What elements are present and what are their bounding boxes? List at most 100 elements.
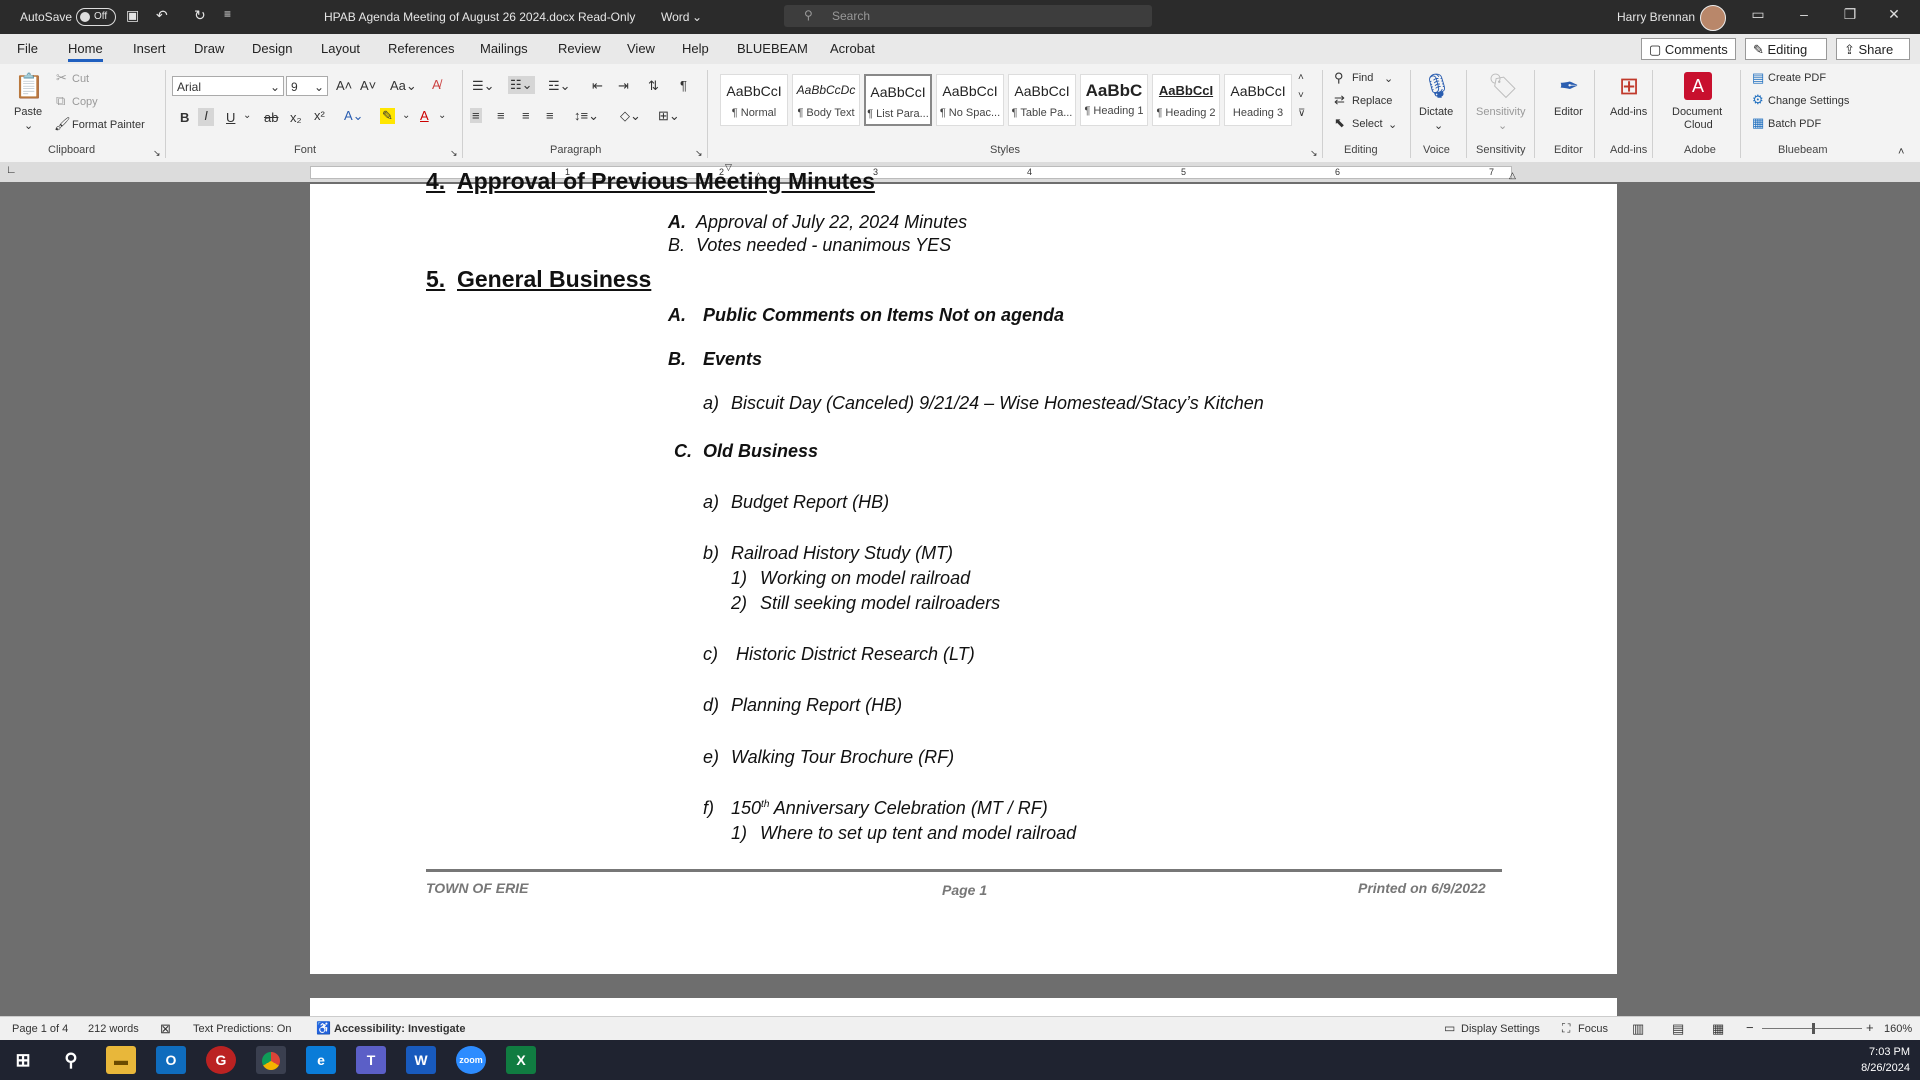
style-body-text[interactable]: AaBbCcDc ¶ Body Text: [792, 74, 860, 126]
minimize-icon[interactable]: –: [1794, 6, 1814, 26]
undo-icon[interactable]: ↶: [156, 7, 168, 24]
tab-mailings[interactable]: Mailings: [480, 41, 528, 56]
edge-icon[interactable]: e: [306, 1046, 336, 1074]
copy-button[interactable]: Copy: [72, 96, 98, 108]
style-normal[interactable]: AaBbCcI ¶ Normal: [720, 74, 788, 126]
document-cloud-button-line1[interactable]: Document: [1672, 106, 1722, 118]
tab-view[interactable]: View: [627, 41, 655, 56]
superscript-icon[interactable]: x²: [314, 108, 325, 123]
zoom-icon[interactable]: zoom: [456, 1046, 486, 1074]
paragraph-launcher-icon[interactable]: ↘: [695, 148, 703, 159]
web-layout-icon[interactable]: ▦: [1712, 1021, 1724, 1037]
editing-mode-button[interactable]: ✎ Editing ⌄: [1745, 38, 1827, 79]
font-size-dropdown[interactable]: 9 ⌄: [286, 76, 328, 96]
show-hide-icon[interactable]: ¶: [680, 78, 687, 93]
change-case-icon[interactable]: Aa⌄: [390, 78, 417, 94]
microphone-icon[interactable]: 🎙: [1422, 72, 1452, 104]
style-heading-1[interactable]: AaBbC ¶ Heading 1: [1080, 74, 1148, 126]
styles-scroll-up-icon[interactable]: ˄: [1298, 72, 1304, 83]
underline-icon[interactable]: U: [226, 110, 235, 125]
print-layout-icon[interactable]: ▤: [1672, 1021, 1684, 1037]
clock-time[interactable]: 7:03 PM: [1830, 1046, 1910, 1058]
cut-button[interactable]: Cut: [72, 73, 89, 85]
find-button[interactable]: Find: [1352, 72, 1373, 84]
avatar[interactable]: [1700, 5, 1726, 31]
shrink-font-icon[interactable]: A˅: [360, 78, 376, 93]
ribbon-display-icon[interactable]: ▭: [1748, 6, 1768, 26]
grow-font-icon[interactable]: A˄: [336, 78, 352, 93]
acrobat-icon[interactable]: A: [1684, 72, 1712, 100]
styles-more-icon[interactable]: ⊽: [1298, 108, 1305, 119]
tab-insert[interactable]: Insert: [133, 41, 166, 56]
numbering-icon[interactable]: ☷⌄: [508, 76, 535, 94]
clock-date[interactable]: 8/26/2024: [1830, 1062, 1910, 1074]
tab-selector-icon[interactable]: ∟: [6, 164, 17, 176]
add-ins-button[interactable]: Add-ins: [1610, 106, 1647, 118]
read-mode-icon[interactable]: ▥: [1632, 1021, 1644, 1037]
paste-button[interactable]: Paste: [14, 106, 42, 118]
strikethrough-icon[interactable]: ab: [264, 110, 278, 125]
styles-scroll-down-icon[interactable]: ˅: [1298, 90, 1304, 101]
tab-review[interactable]: Review: [558, 41, 601, 56]
outlook-icon[interactable]: O: [156, 1046, 186, 1074]
italic-icon[interactable]: I: [198, 108, 214, 126]
user-name[interactable]: Harry Brennan: [1617, 10, 1695, 24]
zoom-level[interactable]: 160%: [1884, 1023, 1912, 1035]
tab-file[interactable]: File: [17, 41, 38, 56]
paste-chevron-icon[interactable]: ⌄: [24, 119, 33, 132]
sensitivity-button[interactable]: Sensitivity: [1476, 106, 1526, 118]
word-icon[interactable]: W: [406, 1046, 436, 1074]
styles-launcher-icon[interactable]: ↘: [1310, 148, 1318, 159]
share-button[interactable]: ⇪ Share ⌄: [1836, 38, 1910, 79]
align-center-icon[interactable]: ≡: [497, 108, 505, 123]
comments-button[interactable]: ▢ Comments: [1641, 38, 1736, 60]
text-effects-icon[interactable]: A⌄: [344, 108, 364, 124]
highlight-icon[interactable]: ✎: [380, 108, 395, 124]
app-name[interactable]: Word: [661, 10, 689, 24]
editor-icon[interactable]: ✒: [1554, 72, 1584, 104]
text-predictions[interactable]: Text Predictions: On: [193, 1023, 291, 1035]
batch-pdf-button[interactable]: Batch PDF: [1768, 118, 1821, 130]
borders-icon[interactable]: ⊞⌄: [658, 108, 680, 124]
select-chevron-icon[interactable]: ⌄: [1388, 118, 1397, 131]
line-spacing-icon[interactable]: ↕≡⌄: [574, 108, 599, 124]
tab-draw[interactable]: Draw: [194, 41, 224, 56]
select-button[interactable]: Select: [1352, 118, 1383, 130]
app-red-icon[interactable]: G: [206, 1046, 236, 1074]
dictate-chevron-icon[interactable]: ⌄: [1434, 119, 1443, 132]
font-name-dropdown[interactable]: Arial ⌄: [172, 76, 284, 96]
replace-button[interactable]: Replace: [1352, 95, 1392, 107]
style-table-paragraph[interactable]: AaBbCcI ¶ Table Pa...: [1008, 74, 1076, 126]
file-explorer-icon[interactable]: ▬: [106, 1046, 136, 1074]
style-list-paragraph[interactable]: AaBbCcI ¶ List Para...: [864, 74, 932, 126]
document-page[interactable]: 4. Approval of Previous Meeting Minutes …: [310, 168, 1617, 974]
font-color-chevron-icon[interactable]: ⌄: [438, 110, 446, 121]
tab-bluebeam[interactable]: BLUEBEAM: [737, 41, 808, 56]
windows-start-icon[interactable]: ⊞: [8, 1046, 38, 1074]
editor-button[interactable]: Editor: [1554, 106, 1583, 118]
shading-icon[interactable]: ◇⌄: [620, 108, 641, 124]
right-indent-marker[interactable]: △: [1509, 170, 1516, 181]
close-icon[interactable]: ✕: [1884, 6, 1904, 26]
document-cloud-button-line2[interactable]: Cloud: [1684, 119, 1713, 131]
bullets-icon[interactable]: ☰⌄: [472, 78, 495, 94]
bold-icon[interactable]: B: [180, 110, 189, 125]
change-settings-button[interactable]: Change Settings: [1768, 95, 1849, 107]
increase-indent-icon[interactable]: ⇥: [618, 78, 629, 94]
multilevel-list-icon[interactable]: ☲⌄: [548, 78, 571, 94]
zoom-in-icon[interactable]: +: [1866, 1020, 1874, 1035]
tab-references[interactable]: References: [388, 41, 454, 56]
justify-icon[interactable]: ≡: [546, 108, 554, 123]
style-heading-2[interactable]: AaBbCcI ¶ Heading 2: [1152, 74, 1220, 126]
customize-qat-icon[interactable]: ≡: [224, 7, 231, 21]
tab-design[interactable]: Design: [252, 41, 292, 56]
style-no-spacing[interactable]: AaBbCcI ¶ No Spac...: [936, 74, 1004, 126]
tab-layout[interactable]: Layout: [321, 41, 360, 56]
underline-chevron-icon[interactable]: ⌄: [243, 110, 251, 121]
zoom-slider-thumb[interactable]: [1812, 1023, 1815, 1034]
chrome-icon[interactable]: [256, 1046, 286, 1074]
search-box[interactable]: ⚲ Search: [784, 5, 1152, 27]
accessibility-status[interactable]: Accessibility: Investigate: [334, 1023, 465, 1035]
sort-icon[interactable]: ⇅: [648, 78, 659, 94]
save-icon[interactable]: ▣: [126, 7, 139, 24]
